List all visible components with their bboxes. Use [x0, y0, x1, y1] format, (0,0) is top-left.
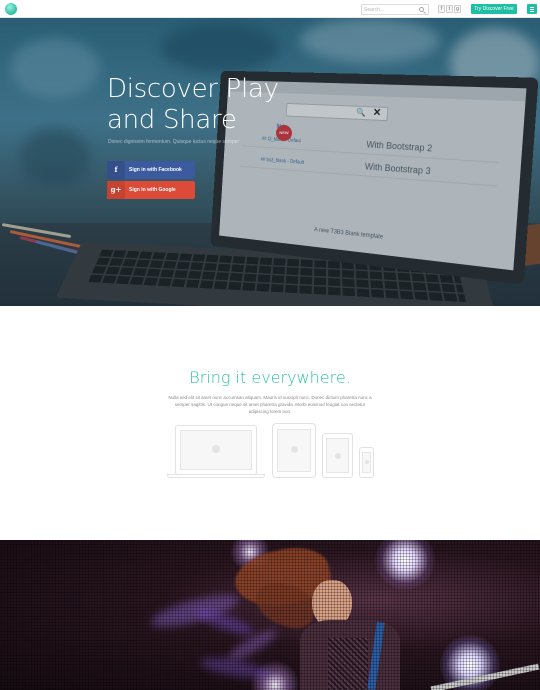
twitter-icon[interactable]: t: [446, 5, 453, 13]
sign-in-google-button[interactable]: g+ Sign in with Google: [107, 181, 195, 199]
features-title: Bring it everywhere.: [0, 368, 540, 387]
concert-image: [0, 540, 540, 690]
search-input[interactable]: [364, 5, 416, 14]
sign-in-facebook-label: Sign in with Facebook: [129, 161, 182, 179]
device-dot: [212, 445, 220, 453]
hero-title: Discover Play and Share: [107, 74, 367, 136]
hero-title-line: and Share: [107, 105, 367, 136]
laptop-base-icon: [167, 474, 265, 478]
laptop-icon: [175, 425, 257, 475]
phone-icon: [359, 447, 374, 478]
hero-section: 🔍 ✕ Style ## t3_blank - Defaul With Boot…: [0, 18, 540, 306]
logo[interactable]: [5, 3, 17, 15]
sign-in-facebook-button[interactable]: f Sign in with Facebook: [107, 161, 195, 179]
sign-in-google-label: Sign in with Google: [129, 181, 176, 199]
tablet-icon: [272, 423, 316, 478]
menu-icon-bar: [530, 11, 534, 12]
device-dot: [291, 446, 298, 453]
hero-title-line: Discover Play: [107, 74, 367, 105]
search-box[interactable]: [361, 4, 429, 15]
features-section: Bring it everywhere. Nulla sed elit sit …: [0, 306, 540, 540]
menu-button[interactable]: [527, 4, 537, 14]
small-tablet-icon: [322, 433, 353, 478]
facebook-icon[interactable]: f: [438, 5, 445, 13]
device-dot: [365, 460, 369, 464]
halftone-overlay: [0, 540, 540, 690]
top-navbar: f t g Try Discover Free: [0, 0, 540, 18]
google-plus-icon: g+: [107, 181, 125, 199]
hero-subtitle: Donec dignissim fermentum. Quisque luctu…: [108, 139, 328, 145]
hero-overlay: [0, 18, 540, 306]
try-discover-free-button[interactable]: Try Discover Free: [471, 4, 517, 14]
google-icon[interactable]: g: [454, 5, 461, 13]
menu-icon-bar: [530, 9, 534, 10]
search-icon[interactable]: [419, 7, 424, 12]
menu-icon: [530, 7, 534, 8]
device-dot: [335, 453, 341, 459]
features-text: Nulla sed elit sit amet nunc accumsan al…: [165, 394, 375, 415]
facebook-icon: f: [107, 161, 125, 179]
